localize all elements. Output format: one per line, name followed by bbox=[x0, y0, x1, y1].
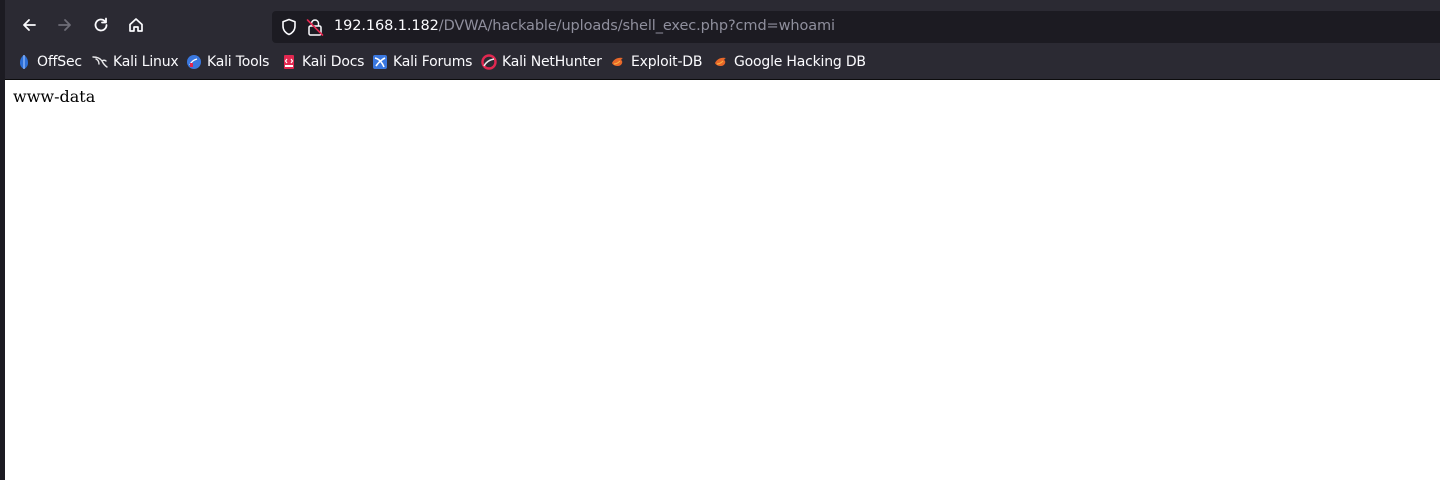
ghdb-icon bbox=[715, 57, 726, 66]
bookmark-kali-linux[interactable]: Kali Linux bbox=[92, 53, 179, 71]
bookmark-kali-tools[interactable]: Kali Tools bbox=[186, 53, 269, 71]
kali-docs-icon bbox=[284, 55, 294, 69]
nethunter-icon bbox=[481, 54, 497, 70]
bookmark-kali-docs[interactable]: Kali Docs bbox=[281, 53, 364, 71]
insecure-lock-icon[interactable] bbox=[306, 17, 324, 37]
home-icon bbox=[129, 18, 143, 32]
kali-dragon-icon bbox=[92, 56, 108, 68]
bookmark-exploit-db[interactable]: Exploit-DB bbox=[610, 53, 702, 71]
url-host: 192.168.1.182 bbox=[334, 18, 439, 34]
navigation-toolbar: 192.168.1.182/DVWA/hackable/uploads/shel… bbox=[5, 0, 1440, 45]
bookmark-label: Google Hacking DB bbox=[734, 54, 866, 70]
reload-icon bbox=[94, 17, 108, 32]
window-left-edge bbox=[0, 0, 5, 480]
home-button[interactable] bbox=[123, 12, 149, 38]
bookmarks-toolbar: OffSec Kali Linux Kali Tools Kali Docs K… bbox=[5, 45, 1440, 79]
bookmark-label: Kali NetHunter bbox=[502, 54, 602, 70]
reload-button[interactable] bbox=[88, 12, 114, 38]
url-text[interactable]: 192.168.1.182/DVWA/hackable/uploads/shel… bbox=[334, 18, 835, 34]
back-arrow-icon bbox=[23, 19, 36, 31]
bookmark-kali-forums[interactable]: Kali Forums bbox=[372, 53, 472, 71]
tracking-protection-shield-icon[interactable] bbox=[280, 18, 298, 36]
page-content: www-data bbox=[5, 80, 1440, 480]
bookmark-label: Kali Tools bbox=[207, 54, 270, 70]
back-button[interactable] bbox=[16, 12, 42, 38]
bookmark-offsec[interactable]: OffSec bbox=[16, 53, 82, 71]
forward-button[interactable] bbox=[52, 12, 78, 38]
address-bar[interactable]: 192.168.1.182/DVWA/hackable/uploads/shel… bbox=[272, 11, 1440, 43]
bookmark-label: Kali Linux bbox=[113, 54, 179, 70]
bookmark-label: Exploit-DB bbox=[631, 54, 703, 70]
bookmark-kali-nethunter[interactable]: Kali NetHunter bbox=[481, 53, 602, 71]
bookmark-label: Kali Forums bbox=[393, 54, 473, 70]
kali-tools-icon bbox=[187, 55, 201, 69]
kali-forums-icon bbox=[373, 55, 387, 69]
exploit-db-icon bbox=[612, 57, 623, 66]
bookmark-label: OffSec bbox=[37, 54, 82, 70]
command-output: www-data bbox=[13, 87, 96, 106]
url-path: /DVWA/hackable/uploads/shell_exec.php?cm… bbox=[438, 18, 835, 34]
bookmark-google-hacking-db[interactable]: Google Hacking DB bbox=[713, 53, 866, 71]
forward-arrow-icon bbox=[58, 19, 71, 31]
offsec-icon bbox=[20, 55, 28, 69]
bookmark-label: Kali Docs bbox=[302, 54, 365, 70]
